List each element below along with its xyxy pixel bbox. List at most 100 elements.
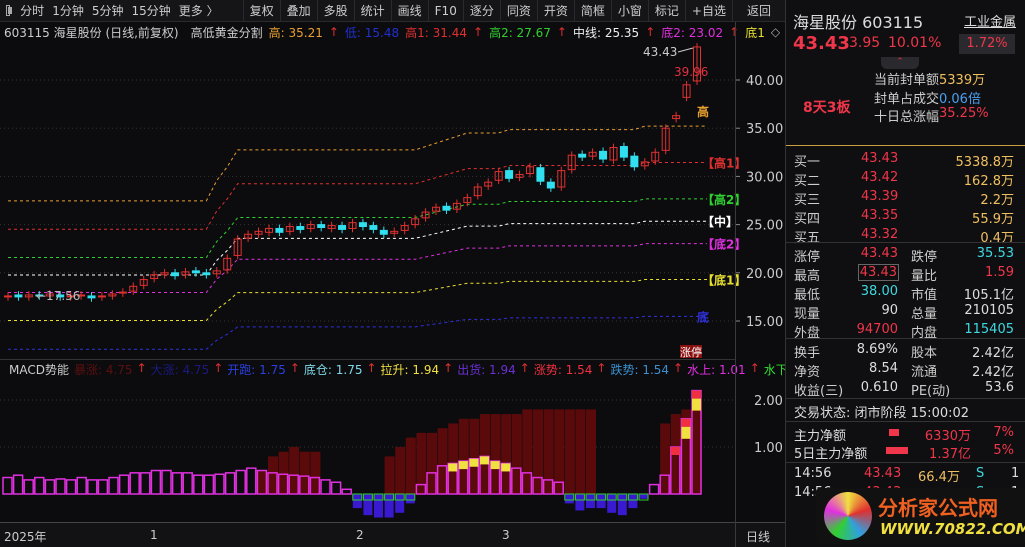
stat-value: 8.54	[869, 361, 898, 376]
up-arrow-icon: ↑	[596, 361, 607, 375]
macd-bar	[607, 494, 617, 513]
band-label: 底	[697, 309, 709, 324]
bid-row: 买三 43.39 2.2万	[786, 188, 1025, 208]
macd-bar-cap	[469, 458, 479, 467]
macd-bar	[648, 483, 660, 495]
up-arrow-icon: ↑	[443, 361, 454, 375]
bid-volume: 0.4万	[980, 231, 1014, 246]
axis-month-3: 3	[502, 528, 510, 542]
period-intraday[interactable]: 分时	[16, 0, 48, 22]
period-more[interactable]: 更多 〉	[175, 0, 223, 22]
macd-bar	[97, 479, 109, 495]
candle	[191, 270, 200, 274]
price-tick-label: 35.00	[746, 122, 783, 137]
stat-label: 股本	[911, 346, 938, 361]
price-tick-label: 40.00	[746, 74, 783, 89]
macd-bar-cap	[448, 463, 458, 472]
macd-bar-cap	[692, 398, 701, 411]
tick-row: 14:56 43.43 66.4万 S 1	[786, 465, 1025, 485]
f10-button[interactable]: F10	[427, 0, 463, 22]
back-button[interactable]: 返回	[731, 0, 785, 22]
tick-button[interactable]: 逐分	[462, 0, 500, 22]
stat-value: 210105	[964, 303, 1014, 318]
stat-value: 115405	[964, 322, 1014, 337]
stat-row: 涨停 43.43 跌停 35.53	[786, 245, 1025, 265]
same-fund-button[interactable]: 同资	[499, 0, 537, 22]
candle	[369, 225, 378, 230]
open-fund-button[interactable]: 开资	[536, 0, 574, 22]
stat-row: 净资 8.54 流通 2.42亿	[786, 360, 1025, 380]
bid-price: 43.35	[861, 208, 899, 223]
macd-shadow-bar	[564, 409, 575, 494]
candle	[599, 150, 608, 160]
band-line	[8, 125, 707, 202]
simple-frame-button[interactable]: 简框	[573, 0, 611, 22]
layout-toggle-icon[interactable]	[6, 5, 13, 16]
small-window-button[interactable]: 小窗	[610, 0, 648, 22]
stat-row: 最高 43.43 量比 1.59	[786, 264, 1025, 284]
bid-volume: 5338.8万	[955, 155, 1015, 170]
up-arrow-icon: ↑	[749, 361, 760, 375]
period-label[interactable]: 日线	[746, 528, 770, 545]
period-15min[interactable]: 15分钟	[127, 0, 174, 22]
macd-bar	[76, 476, 87, 495]
add-watchlist-button[interactable]: +自选	[684, 0, 732, 22]
overlay-button[interactable]: 叠加	[279, 0, 317, 22]
macd-bar	[384, 494, 394, 518]
stat-label: 涨停	[794, 250, 821, 265]
macd-item: 水上: 1.01	[687, 363, 746, 377]
indicator-name[interactable]: 高低黄金分割	[191, 24, 263, 41]
stat-label: 流通	[911, 365, 938, 380]
watermark-logo: 分析家公式网 WWW.70822.COM	[816, 488, 1025, 544]
macd-bar-cap	[490, 461, 500, 470]
price-tick-label: 30.00	[746, 170, 783, 185]
macd-bar	[65, 479, 77, 495]
band-line	[8, 243, 707, 294]
macd-item: 开跑: 1.75	[227, 363, 286, 377]
bid-price: 43.39	[861, 189, 899, 204]
streak-badge: 8天3板	[803, 100, 851, 116]
macd-bar	[182, 472, 193, 495]
price-chart[interactable]: 40.00 35.00 30.00 25.00 20.00 15.00 高【高1】【高2】【…	[0, 42, 785, 358]
candle	[202, 272, 211, 276]
indicator-info-bar: 603115 海星股份 (日线,前复权) 高低黄金分割 高: 35.21 ↑ 低:…	[0, 22, 799, 42]
stat-label: 最高	[794, 269, 821, 284]
seal-value-0: 5339万	[939, 73, 986, 88]
candle	[118, 291, 127, 294]
tick-time: 14:56	[794, 466, 832, 481]
candle	[4, 295, 12, 298]
candle	[379, 229, 388, 235]
macd-bar-cap	[692, 390, 701, 399]
macd-bar	[246, 467, 257, 495]
seal-label-2: 十日总涨幅	[874, 110, 940, 125]
bid-price: 43.32	[861, 227, 899, 242]
macd-bar-cap	[480, 456, 489, 465]
stat-value: 94700	[856, 322, 898, 337]
up-arrow-icon: ↑	[673, 361, 684, 375]
macd-title: MACD势能	[9, 363, 69, 377]
stat-label: PE(动)	[911, 384, 951, 399]
last-price-label: 39.96	[674, 65, 708, 79]
macd-bar	[235, 469, 246, 495]
macd-bar	[118, 474, 130, 495]
max-price-label: 43.43	[643, 45, 677, 59]
period-5min[interactable]: 5分钟	[88, 0, 128, 22]
macd-bar	[171, 472, 183, 495]
mark-button[interactable]: 标记	[647, 0, 685, 22]
draw-button[interactable]: 画线	[390, 0, 428, 22]
macd-bar	[586, 494, 595, 509]
macd-bar	[374, 494, 383, 518]
macd-bar	[55, 478, 66, 495]
up-arrow-icon: ↑	[366, 361, 377, 375]
multi-stock-button[interactable]: 多股	[316, 0, 354, 22]
period-1min[interactable]: 1分钟	[48, 0, 88, 22]
macd-chart[interactable]: 2.00 1.00	[0, 380, 785, 522]
sector-link[interactable]: 工业金属	[964, 11, 1016, 30]
stats-button[interactable]: 统计	[353, 0, 391, 22]
price-tick-label: 15.00	[746, 315, 783, 330]
flow-label[interactable]: 5日主力净额	[794, 443, 867, 462]
macd-bar	[224, 472, 236, 495]
macd-bar	[617, 494, 627, 516]
band-label: 高	[697, 104, 709, 119]
adjust-button[interactable]: 复权	[242, 0, 280, 22]
